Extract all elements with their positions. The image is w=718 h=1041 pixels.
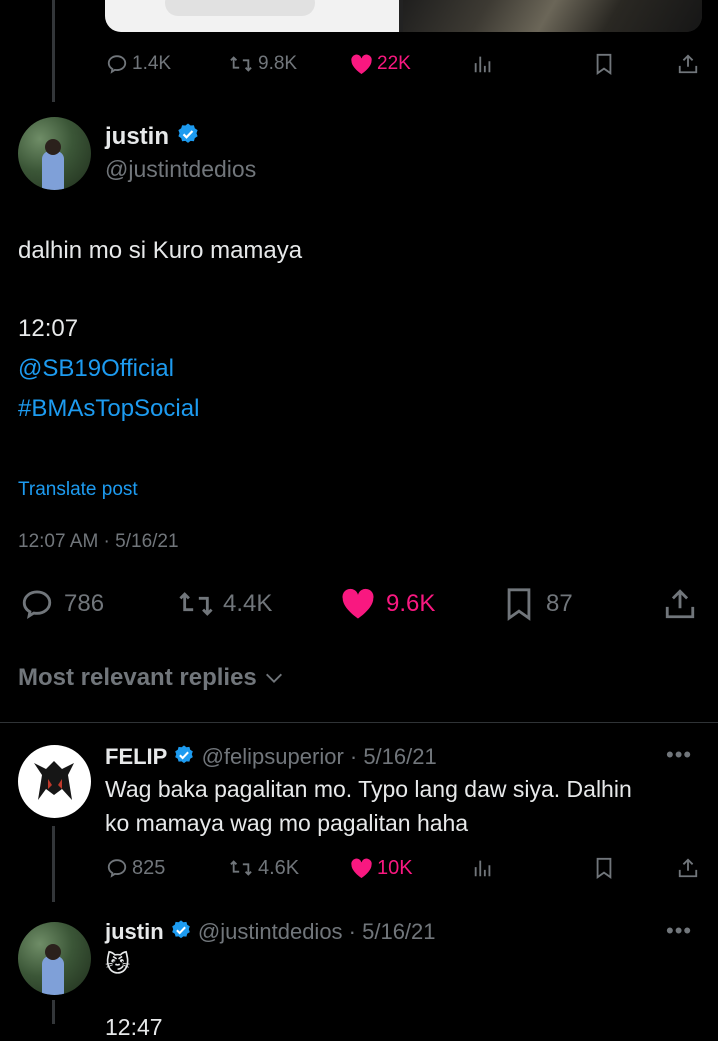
reply1-bookmark-stat[interactable] <box>594 856 614 880</box>
prev-views-stat[interactable] <box>472 52 494 76</box>
prev-reply-stat[interactable]: 1.4K <box>106 52 171 76</box>
avatar-figure <box>42 956 64 995</box>
reply1-views-stat[interactable] <box>472 856 494 880</box>
bookmark-icon <box>594 857 614 879</box>
verified-badge-icon <box>176 122 200 153</box>
prev-bookmark-stat[interactable] <box>594 52 614 76</box>
mention-link[interactable]: @SB19Official <box>18 355 174 383</box>
post-timestamp[interactable]: 12:07 AM · 5/16/21 <box>18 531 179 553</box>
more-options-icon[interactable]: ••• <box>666 742 692 768</box>
reply1-repost-stat[interactable]: 4.6K <box>228 856 299 880</box>
reply1-repost-count: 4.6K <box>258 856 300 879</box>
prev-repost-count: 9.8K <box>258 53 298 74</box>
reply2-author[interactable]: justin @justintdedios · 5/16/21 <box>105 919 436 947</box>
repost-count: 4.4K <box>223 590 273 617</box>
views-icon <box>472 857 494 879</box>
reply-avatar[interactable] <box>18 745 91 818</box>
repost-icon <box>228 53 254 75</box>
author-name-text: justin <box>105 122 169 150</box>
repost-icon <box>175 587 217 621</box>
reply-text-line2: ko mamaya wag mo pagalitan haha <box>105 810 469 836</box>
heart-icon <box>340 588 376 620</box>
post-text: dalhin mo si Kuro mamaya <box>18 237 303 264</box>
heart-icon <box>350 54 373 75</box>
divider <box>0 722 718 723</box>
reply-icon <box>18 587 56 621</box>
hashtag-link[interactable]: #BMAsTopSocial <box>18 395 199 423</box>
verified-badge-icon <box>173 744 195 772</box>
reply-stat[interactable]: 786 <box>18 586 104 622</box>
repost-icon <box>228 857 254 879</box>
verified-badge-icon <box>170 919 192 947</box>
prev-repost-stat[interactable]: 9.8K <box>228 52 297 76</box>
reply-count: 786 <box>64 590 105 617</box>
share-icon <box>677 857 699 879</box>
media-image-right <box>403 0 702 32</box>
reply1-share-stat[interactable] <box>677 856 699 880</box>
replies-sort-label: Most relevant replies <box>18 664 257 691</box>
reply2-author-name: justin <box>105 919 164 944</box>
reply2-emoji: 😼 <box>105 951 131 978</box>
reply1-reply-stat[interactable]: 825 <box>106 856 165 880</box>
reply-thread-line <box>52 826 55 902</box>
author-name[interactable]: justin <box>105 122 200 153</box>
reply1-like-stat[interactable]: 10K <box>350 856 413 880</box>
share-icon <box>663 587 697 621</box>
like-stat[interactable]: 9.6K <box>340 586 435 622</box>
post-text-time: 12:07 <box>18 315 79 342</box>
avatar-figure <box>42 151 64 190</box>
media-image-left <box>105 0 399 32</box>
chevron-down-icon <box>263 667 285 689</box>
translate-post-link[interactable]: Translate post <box>18 479 138 501</box>
bookmark-stat[interactable]: 87 <box>504 586 573 622</box>
bookmark-count: 87 <box>546 590 573 617</box>
avatar-head <box>45 944 61 960</box>
prev-like-count: 22K <box>377 53 411 74</box>
thread-line-top <box>52 0 55 102</box>
media-image-left-detail <box>165 0 315 16</box>
avatar-head <box>45 139 61 155</box>
author-handle[interactable]: @justintdedios <box>105 156 256 183</box>
bookmark-icon <box>594 53 614 75</box>
reply2-author-handle: @justintdedios · 5/16/21 <box>197 919 436 944</box>
replies-sort-dropdown[interactable]: Most relevant replies <box>18 664 285 692</box>
bookmark-icon <box>504 587 534 621</box>
reply-author-name: FELIP <box>105 744 168 769</box>
prev-like-stat[interactable]: 22K <box>350 52 411 76</box>
prev-reply-count: 1.4K <box>132 53 172 74</box>
views-icon <box>472 53 494 75</box>
share-icon <box>677 53 699 75</box>
reply1-reply-count: 825 <box>132 856 166 879</box>
reply-author[interactable]: FELIP @felipsuperior · 5/16/21 <box>105 744 437 772</box>
share-stat[interactable] <box>663 586 697 622</box>
like-count: 9.6K <box>386 590 436 617</box>
reply2-avatar[interactable] <box>18 922 91 995</box>
more-options-icon[interactable]: ••• <box>666 918 692 944</box>
avatar[interactable] <box>18 117 91 190</box>
reply2-partial-text: 12:47 <box>105 1014 163 1040</box>
reply-avatar-image <box>34 761 74 800</box>
reply-icon <box>106 857 128 879</box>
reply-text-line1: Wag baka pagalitan mo. Typo lang daw siy… <box>105 776 632 802</box>
reply2-thread-line <box>52 1000 55 1024</box>
reply-icon <box>106 53 128 75</box>
reply-author-handle: @felipsuperior · 5/16/21 <box>201 744 437 769</box>
reply1-like-count: 10K <box>377 856 413 879</box>
previous-post-media[interactable] <box>105 0 702 32</box>
heart-icon <box>350 858 373 879</box>
repost-stat[interactable]: 4.4K <box>175 586 272 622</box>
prev-share-stat[interactable] <box>677 52 699 76</box>
